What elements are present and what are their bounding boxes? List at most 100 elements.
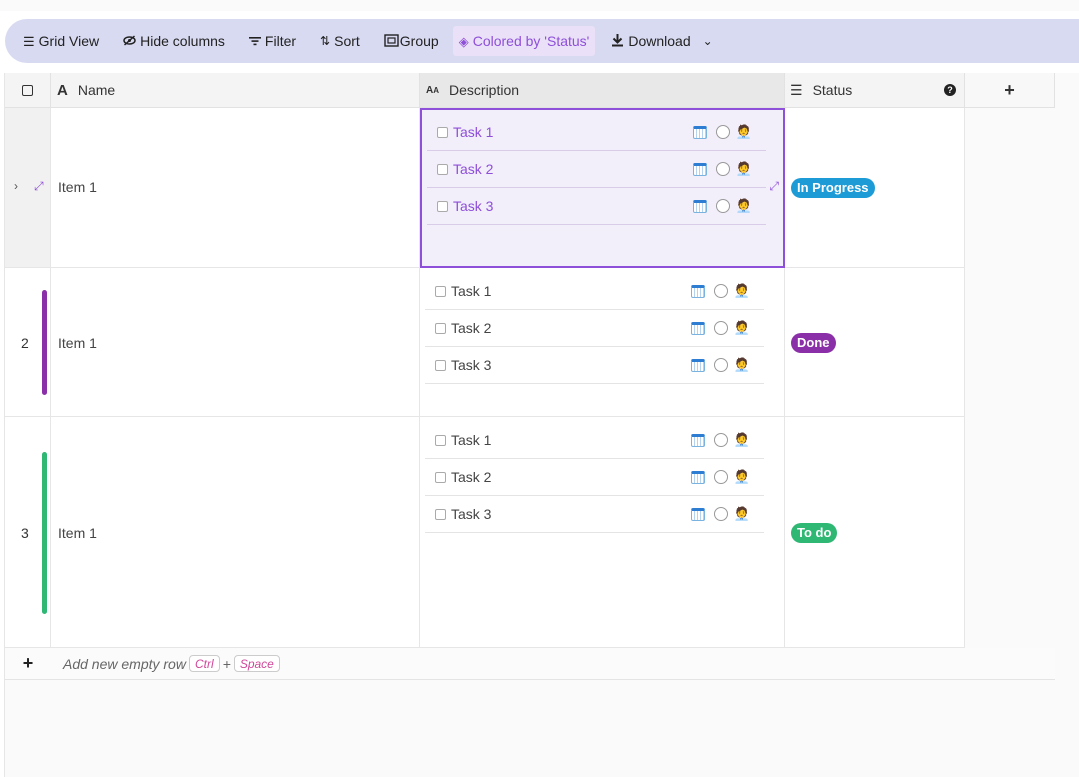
task-checkbox[interactable]	[435, 285, 446, 297]
row-3-description-cell[interactable]: Task 1 🧑‍💼 Task 2 🧑‍💼 Task 3 🧑‍💼	[420, 417, 785, 648]
download-menu-chevron[interactable]: ⌄	[697, 26, 719, 56]
circle-icon[interactable]	[713, 470, 728, 484]
row-1-handle[interactable]: › ⤢	[5, 108, 51, 268]
calendar-icon[interactable]	[690, 470, 705, 484]
row-number: 2	[21, 335, 29, 351]
calendar-icon[interactable]	[690, 284, 705, 298]
top-strip	[0, 0, 1079, 11]
circle-icon[interactable]	[715, 162, 730, 176]
add-column-button[interactable]: +	[965, 73, 1055, 108]
calendar-icon[interactable]	[690, 507, 705, 521]
row-3-handle[interactable]: 3	[5, 417, 51, 648]
task-checkbox[interactable]	[435, 359, 446, 371]
select-all-checkbox[interactable]	[22, 84, 33, 96]
task-title: Task 3	[451, 357, 492, 373]
row-1-name-cell[interactable]: Item 1	[51, 108, 420, 268]
paint-bucket-icon: ◈	[458, 33, 469, 49]
color-by-label: Colored by 'Status'	[472, 33, 590, 49]
help-icon[interactable]: ?	[944, 84, 956, 96]
plus-separator: +	[222, 655, 231, 672]
hide-columns-button[interactable]: Hide columns	[117, 26, 231, 56]
add-row-plus-icon[interactable]: +	[5, 653, 51, 674]
circle-icon[interactable]	[713, 433, 728, 447]
task-item[interactable]: Task 2 🧑‍💼	[427, 151, 766, 188]
sort-icon: ⇅	[320, 34, 331, 48]
add-row-bar[interactable]: + Add new empty row Ctrl + Space	[5, 648, 1055, 680]
grid-view-button[interactable]: ☰ Grid View	[17, 26, 105, 56]
row-2-description-cell[interactable]: Task 1 🧑‍💼 Task 2 🧑‍💼 Task 3 🧑‍💼	[420, 268, 785, 417]
calendar-icon[interactable]	[692, 162, 707, 176]
group-button[interactable]: Group	[378, 26, 445, 56]
row-1-status-cell[interactable]: In Progress	[785, 108, 965, 268]
task-checkbox[interactable]	[435, 508, 446, 520]
header-description[interactable]: AA Description	[420, 73, 785, 108]
person-icon[interactable]: 🧑‍💼	[736, 198, 752, 214]
description-column-title: Description	[449, 82, 520, 98]
circle-icon[interactable]	[713, 507, 728, 521]
row-number: 3	[21, 525, 29, 541]
task-title: Task 2	[451, 320, 492, 336]
task-item[interactable]: Task 3 🧑‍💼	[425, 347, 764, 384]
task-item[interactable]: Task 1 🧑‍💼	[425, 273, 764, 310]
status-badge: Done	[791, 333, 836, 353]
person-icon[interactable]: 🧑‍💼	[734, 320, 750, 336]
circle-icon[interactable]	[715, 199, 730, 213]
circle-icon[interactable]	[715, 125, 730, 139]
task-item[interactable]: Task 1 🧑‍💼	[425, 422, 764, 459]
row-2-status-cell[interactable]: Done	[785, 268, 965, 417]
row-1-name: Item 1	[58, 179, 97, 195]
expand-cell-icon[interactable]: ⤢	[769, 179, 779, 194]
calendar-icon[interactable]	[692, 125, 707, 139]
row-3-status-cell[interactable]: To do	[785, 417, 965, 648]
task-item[interactable]: Task 2 🧑‍💼	[425, 310, 764, 347]
row-2-name-cell[interactable]: Item 1	[51, 268, 420, 417]
download-icon	[611, 33, 624, 49]
person-icon[interactable]: 🧑‍💼	[734, 357, 750, 373]
calendar-icon[interactable]	[690, 321, 705, 335]
person-icon[interactable]: 🧑‍💼	[736, 161, 752, 177]
download-button[interactable]: Download	[605, 26, 696, 56]
task-checkbox[interactable]	[435, 322, 446, 334]
task-checkbox[interactable]	[437, 126, 448, 138]
calendar-icon[interactable]	[690, 358, 705, 372]
expand-row-icon[interactable]: ⤢	[34, 179, 44, 194]
task-title: Task 1	[451, 283, 492, 299]
task-checkbox[interactable]	[437, 163, 448, 175]
row-color-bar	[42, 290, 47, 395]
header-select-all	[5, 73, 51, 108]
circle-icon[interactable]	[713, 321, 728, 335]
task-checkbox[interactable]	[435, 434, 446, 446]
status-column-title: Status	[812, 82, 853, 98]
task-item[interactable]: Task 1 🧑‍💼	[427, 114, 766, 151]
row-3-name-cell[interactable]: Item 1	[51, 417, 420, 648]
person-icon[interactable]: 🧑‍💼	[734, 283, 750, 299]
chevron-right-icon[interactable]: ›	[14, 179, 18, 193]
status-badge: To do	[791, 523, 838, 543]
row-3-name: Item 1	[58, 525, 97, 541]
task-checkbox[interactable]	[435, 471, 446, 483]
task-item[interactable]: Task 2 🧑‍💼	[425, 459, 764, 496]
row-2-handle[interactable]: 2	[5, 268, 51, 417]
header-status[interactable]: ☰ Status ?	[785, 73, 965, 108]
person-icon[interactable]: 🧑‍💼	[734, 469, 750, 485]
filter-button[interactable]: Filter	[243, 26, 302, 56]
sort-button[interactable]: ⇅ Sort	[314, 26, 366, 56]
row-1-description-cell[interactable]: Task 1 🧑‍💼 Task 2 🧑‍💼 Task 3 🧑‍💼 ⤢	[420, 108, 785, 268]
filter-label: Filter	[264, 33, 297, 49]
task-checkbox[interactable]	[437, 200, 448, 212]
task-item[interactable]: Task 3 🧑‍💼	[425, 496, 764, 533]
calendar-icon[interactable]	[690, 433, 705, 447]
rich-text-type-icon: AA	[426, 84, 440, 96]
group-label: Group	[399, 33, 439, 49]
circle-icon[interactable]	[713, 284, 728, 298]
space-key-hint: Space	[233, 655, 280, 672]
circle-icon[interactable]	[713, 358, 728, 372]
color-by-status-button[interactable]: ◈ Colored by 'Status'	[452, 26, 596, 56]
header-name[interactable]: A Name	[51, 73, 420, 108]
row-2-name: Item 1	[58, 335, 97, 351]
calendar-icon[interactable]	[692, 199, 707, 213]
person-icon[interactable]: 🧑‍💼	[734, 506, 750, 522]
person-icon[interactable]: 🧑‍💼	[736, 124, 752, 140]
person-icon[interactable]: 🧑‍💼	[734, 432, 750, 448]
task-item[interactable]: Task 3 🧑‍💼	[427, 188, 766, 225]
